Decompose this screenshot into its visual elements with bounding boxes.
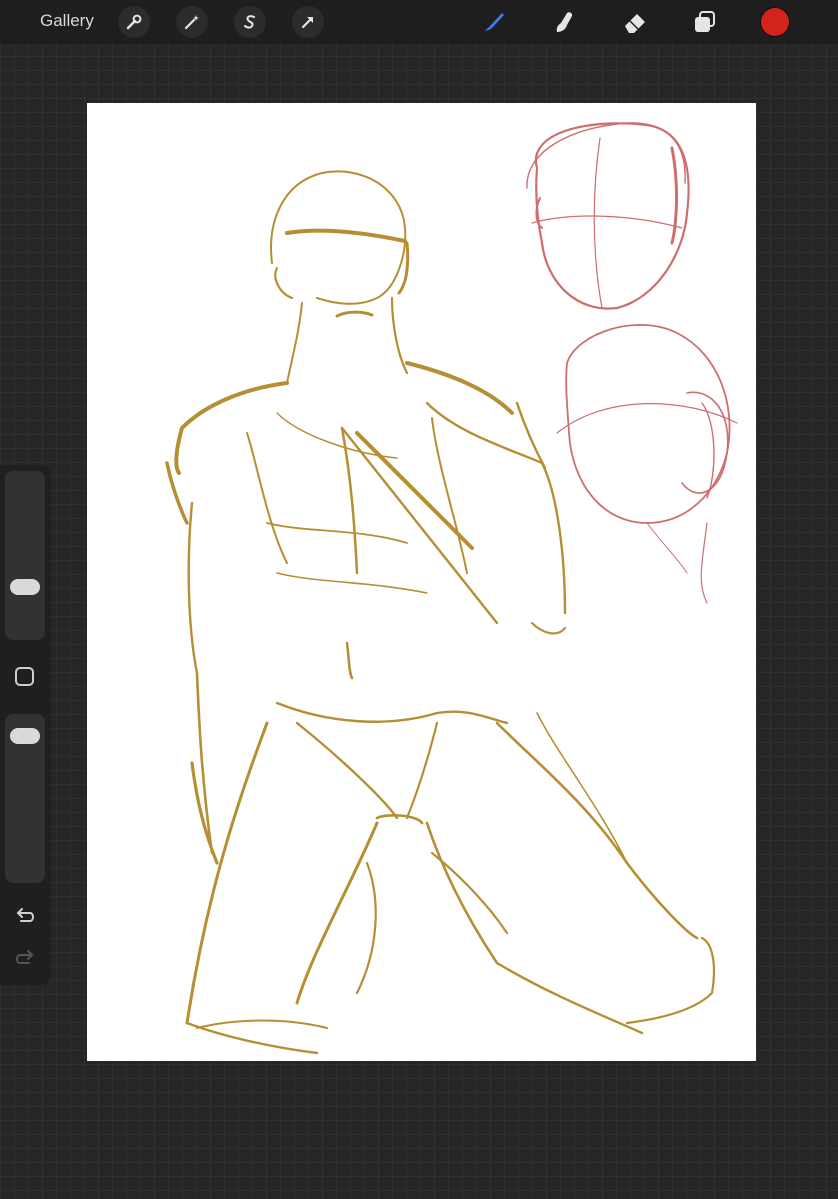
opacity-slider[interactable] [5, 714, 45, 883]
color-swatch[interactable] [761, 8, 789, 36]
top-toolbar: Gallery [0, 0, 838, 44]
redo-icon[interactable] [13, 948, 37, 968]
brush-size-thumb[interactable] [10, 579, 40, 595]
layers-icon[interactable] [691, 8, 719, 36]
brush-size-slider[interactable] [5, 471, 45, 640]
brush-icon[interactable] [480, 8, 508, 36]
wrench-icon[interactable] [118, 6, 150, 38]
eraser-icon[interactable] [621, 8, 649, 36]
undo-icon[interactable] [13, 906, 37, 926]
sidebar [0, 465, 51, 985]
modify-button[interactable] [15, 667, 34, 686]
sketch-artwork [165, 122, 738, 1055]
drawing-canvas[interactable] [87, 103, 756, 1061]
gallery-button[interactable]: Gallery [40, 11, 94, 31]
smudge-icon[interactable] [550, 8, 578, 36]
opacity-thumb[interactable] [10, 728, 40, 744]
move-arrow-icon[interactable] [292, 6, 324, 38]
selection-s-icon[interactable] [234, 6, 266, 38]
magic-wand-icon[interactable] [176, 6, 208, 38]
